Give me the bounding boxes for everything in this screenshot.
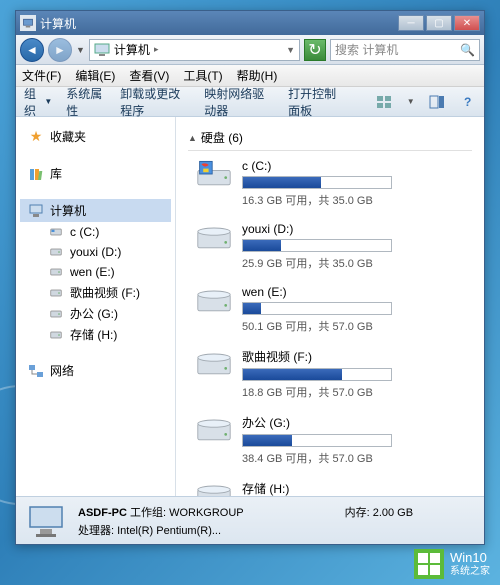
drive-name: 存储 (H:) (242, 480, 472, 496)
computer-icon (26, 503, 66, 539)
search-icon[interactable]: 🔍 (460, 43, 475, 57)
back-button[interactable]: ◄ (20, 38, 44, 62)
menu-file[interactable]: 文件(F) (22, 67, 61, 84)
sidebar-drive-item[interactable]: 歌曲视频 (F:) (20, 282, 171, 303)
close-button[interactable]: ✕ (454, 15, 480, 31)
computer-icon (94, 43, 110, 57)
windows-logo-icon (414, 549, 444, 579)
drive-icon (196, 480, 232, 496)
window-title: 计算机 (40, 15, 398, 32)
minimize-button[interactable]: ─ (398, 15, 424, 31)
drive-item[interactable]: wen (E:) 50.1 GB 可用，共 57.0 GB (188, 285, 472, 334)
status-computer-name: ASDF-PC 工作组: WORKGROUP (78, 504, 305, 520)
drive-icon (196, 348, 232, 378)
explorer-window: 计算机 ─ ▢ ✕ ◄ ► ▼ 计算机 ▸ ▼ ↻ 搜索 计算机 🔍 文件(F)… (15, 10, 485, 545)
sidebar-drive-item[interactable]: wen (E:) (20, 262, 171, 282)
map-network-drive-button[interactable]: 映射网络驱动器 (204, 85, 274, 119)
maximize-button[interactable]: ▢ (426, 15, 452, 31)
drive-name: c (C:) (242, 159, 472, 173)
drive-name: 办公 (G:) (242, 414, 472, 431)
navigation-bar: ◄ ► ▼ 计算机 ▸ ▼ ↻ 搜索 计算机 🔍 (16, 35, 484, 65)
breadcrumb[interactable]: 计算机 ▸ ▼ (89, 39, 300, 61)
search-placeholder: 搜索 计算机 (335, 41, 398, 58)
drive-item[interactable]: 办公 (G:) 38.4 GB 可用，共 57.0 GB (188, 414, 472, 466)
capacity-bar (242, 176, 392, 189)
sidebar-computer[interactable]: 计算机 (20, 199, 171, 222)
command-toolbar: 组织 ▼ 系统属性 卸载或更改程序 映射网络驱动器 打开控制面板 ▼ ? (16, 87, 484, 117)
hdd-section-header[interactable]: ▲ 硬盘 (6) (188, 125, 472, 151)
menu-tools[interactable]: 工具(T) (183, 67, 222, 84)
status-cpu: 处理器: Intel(R) Pentium(R)... (78, 522, 474, 538)
history-dropdown-icon[interactable]: ▼ (76, 45, 85, 55)
sidebar-favorites[interactable]: ★ 收藏夹 (20, 125, 171, 148)
computer-icon (20, 15, 36, 31)
capacity-bar (242, 239, 392, 252)
menu-view[interactable]: 查看(V) (129, 67, 169, 84)
sidebar-drive-item[interactable]: youxi (D:) (20, 242, 171, 262)
capacity-bar (242, 434, 392, 447)
drive-item[interactable]: 存储 (H:) 56.2 GB 可用，共 57.0 GB (188, 480, 472, 496)
drive-name: wen (E:) (242, 285, 472, 299)
refresh-button[interactable]: ↻ (304, 39, 326, 61)
drive-item[interactable]: c (C:) 16.3 GB 可用，共 35.0 GB (188, 159, 472, 208)
drive-icon (48, 327, 64, 343)
collapse-arrow-icon: ▲ (188, 133, 197, 143)
sidebar-network[interactable]: 网络 (20, 359, 171, 382)
chevron-down-icon[interactable]: ▼ (407, 97, 415, 106)
view-options-icon[interactable] (376, 92, 393, 112)
sidebar-drive-item[interactable]: c (C:) (20, 222, 171, 242)
star-icon: ★ (28, 129, 44, 145)
status-memory: 内存: 2.00 GB (345, 504, 474, 520)
content-area: ★ 收藏夹 库 计算机 c (C:)y (16, 117, 484, 496)
drive-item[interactable]: youxi (D:) 25.9 GB 可用，共 35.0 GB (188, 222, 472, 271)
drive-icon (196, 159, 232, 189)
preview-pane-icon[interactable] (429, 92, 446, 112)
drive-capacity-text: 38.4 GB 可用，共 57.0 GB (242, 450, 472, 466)
drive-capacity-text: 16.3 GB 可用，共 35.0 GB (242, 192, 472, 208)
capacity-bar (242, 368, 392, 381)
uninstall-programs-button[interactable]: 卸载或更改程序 (120, 85, 190, 119)
drive-capacity-text: 50.1 GB 可用，共 57.0 GB (242, 318, 472, 334)
drive-icon (48, 264, 64, 280)
open-control-panel-button[interactable]: 打开控制面板 (288, 85, 348, 119)
library-icon (28, 166, 44, 182)
main-content: ▲ 硬盘 (6) c (C:) 16.3 GB 可用，共 35.0 GB you… (176, 117, 484, 496)
sidebar-libraries[interactable]: 库 (20, 162, 171, 185)
drive-capacity-text: 18.8 GB 可用，共 57.0 GB (242, 384, 472, 400)
drive-name: 歌曲视频 (F:) (242, 348, 472, 365)
drive-name: youxi (D:) (242, 222, 472, 236)
drive-icon (196, 222, 232, 252)
details-pane: ASDF-PC 工作组: WORKGROUP 内存: 2.00 GB 处理器: … (16, 496, 484, 544)
computer-icon (28, 203, 44, 219)
watermark: Win10 系统之家 (414, 549, 490, 579)
drive-icon (48, 306, 64, 322)
drive-item[interactable]: 歌曲视频 (F:) 18.8 GB 可用，共 57.0 GB (188, 348, 472, 400)
drive-icon (48, 285, 64, 301)
help-icon[interactable]: ? (459, 92, 476, 112)
chevron-down-icon[interactable]: ▼ (286, 45, 295, 55)
breadcrumb-item[interactable]: 计算机 (114, 41, 150, 58)
network-icon (28, 363, 44, 379)
menu-edit[interactable]: 编辑(E) (75, 67, 115, 84)
drive-icon (48, 224, 64, 240)
menu-help[interactable]: 帮助(H) (237, 67, 278, 84)
drive-icon (196, 285, 232, 315)
sidebar-drive-item[interactable]: 办公 (G:) (20, 303, 171, 324)
system-properties-button[interactable]: 系统属性 (66, 85, 106, 119)
search-input[interactable]: 搜索 计算机 🔍 (330, 39, 480, 61)
titlebar[interactable]: 计算机 ─ ▢ ✕ (16, 11, 484, 35)
drive-capacity-text: 25.9 GB 可用，共 35.0 GB (242, 255, 472, 271)
capacity-bar (242, 302, 392, 315)
chevron-right-icon[interactable]: ▸ (154, 44, 159, 55)
sidebar-drive-item[interactable]: 存储 (H:) (20, 324, 171, 345)
organize-button[interactable]: 组织 ▼ (24, 85, 52, 119)
drive-icon (196, 414, 232, 444)
drive-icon (48, 244, 64, 260)
navigation-pane: ★ 收藏夹 库 计算机 c (C:)y (16, 117, 176, 496)
forward-button[interactable]: ► (48, 38, 72, 62)
